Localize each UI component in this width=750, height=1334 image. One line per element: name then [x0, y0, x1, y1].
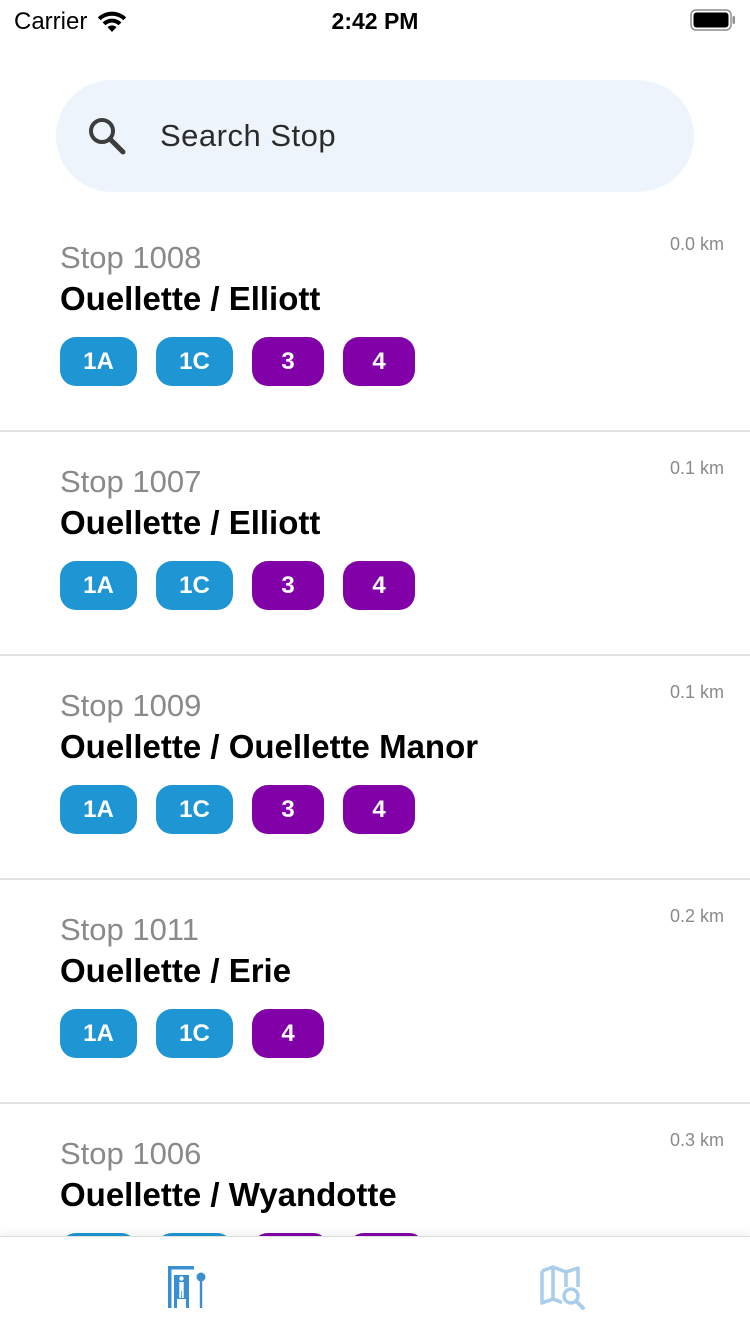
route-badge[interactable]: 1C [156, 337, 233, 386]
route-badge[interactable]: 3 [252, 785, 324, 834]
search-icon [89, 118, 126, 155]
stop-name: Ouellette / Elliott [60, 504, 321, 541]
stop-number: Stop 1008 [60, 240, 202, 275]
route-badges: 1A 1C 4 [60, 1009, 324, 1058]
route-badge[interactable]: 4 [252, 1009, 324, 1058]
stop-row[interactable]: Stop 1007 Ouellette / Elliott 0.1 km 1A 1C 3 4 [0, 432, 750, 656]
route-badge[interactable]: 1A [60, 1009, 137, 1058]
status-bar: Carrier 2:42 PM [0, 0, 750, 40]
route-badge[interactable]: 1C [156, 785, 233, 834]
stop-list[interactable]: Stop 1008 Ouellette / Elliott 0.0 km 1A 1C 3 4… [0, 208, 750, 1236]
stop-name: Ouellette / Erie [60, 952, 292, 989]
search-input[interactable] [160, 112, 660, 160]
route-badges: 1A 1C 3 4 [60, 561, 415, 610]
route-badge[interactable]: 1C [156, 561, 233, 610]
stop-distance: 0.2 km [669, 906, 724, 926]
stop-number: Stop 1007 [60, 464, 202, 499]
route-badges: 1A 1C 3 4 [60, 337, 415, 386]
map-search-icon[interactable] [538, 1263, 586, 1311]
stop-name: Ouellette / Ouellette Manor [60, 728, 479, 765]
route-badge[interactable]: 1A [60, 785, 137, 834]
stop-row[interactable]: Stop 1011 Ouellette / Erie 0.2 km 1A 1C 4 [0, 880, 750, 1104]
stop-name: Ouellette / Elliott [60, 280, 321, 317]
stop-distance: 0.1 km [669, 458, 724, 478]
route-badge[interactable]: 1A [60, 561, 137, 610]
status-time: 2:42 PM [331, 8, 419, 34]
route-badge[interactable]: 3 [252, 561, 324, 610]
route-badge[interactable]: 4 [343, 561, 415, 610]
bus-stop-icon[interactable] [164, 1263, 212, 1311]
route-badge[interactable]: 1A [60, 337, 137, 386]
route-badge[interactable]: 4 [343, 337, 415, 386]
stop-name: Ouellette / Wyandotte [60, 1176, 397, 1213]
route-badge[interactable]: 1C [156, 1009, 233, 1058]
stop-row[interactable]: Stop 1008 Ouellette / Elliott 0.0 km 1A 1C 3 4 [0, 208, 750, 432]
stop-number: Stop 1011 [60, 912, 200, 947]
stop-distance: 0.3 km [669, 1130, 724, 1150]
route-badge[interactable]: 3 [252, 337, 324, 386]
stop-distance: 0.0 km [669, 234, 724, 254]
stop-number: Stop 1009 [60, 688, 202, 723]
stop-row[interactable]: Stop 1006 Ouellette / Wyandotte 0.3 km [0, 1104, 750, 1236]
tab-bar [0, 1236, 750, 1334]
stop-row[interactable]: Stop 1009 Ouellette / Ouellette Manor 0.1 … [0, 656, 750, 880]
battery-icon [690, 9, 735, 31]
route-badge[interactable]: 4 [343, 785, 415, 834]
stop-number: Stop 1006 [60, 1136, 202, 1171]
route-badges: 1A 1C 3 4 [60, 785, 415, 834]
stop-distance: 0.1 km [669, 682, 724, 702]
